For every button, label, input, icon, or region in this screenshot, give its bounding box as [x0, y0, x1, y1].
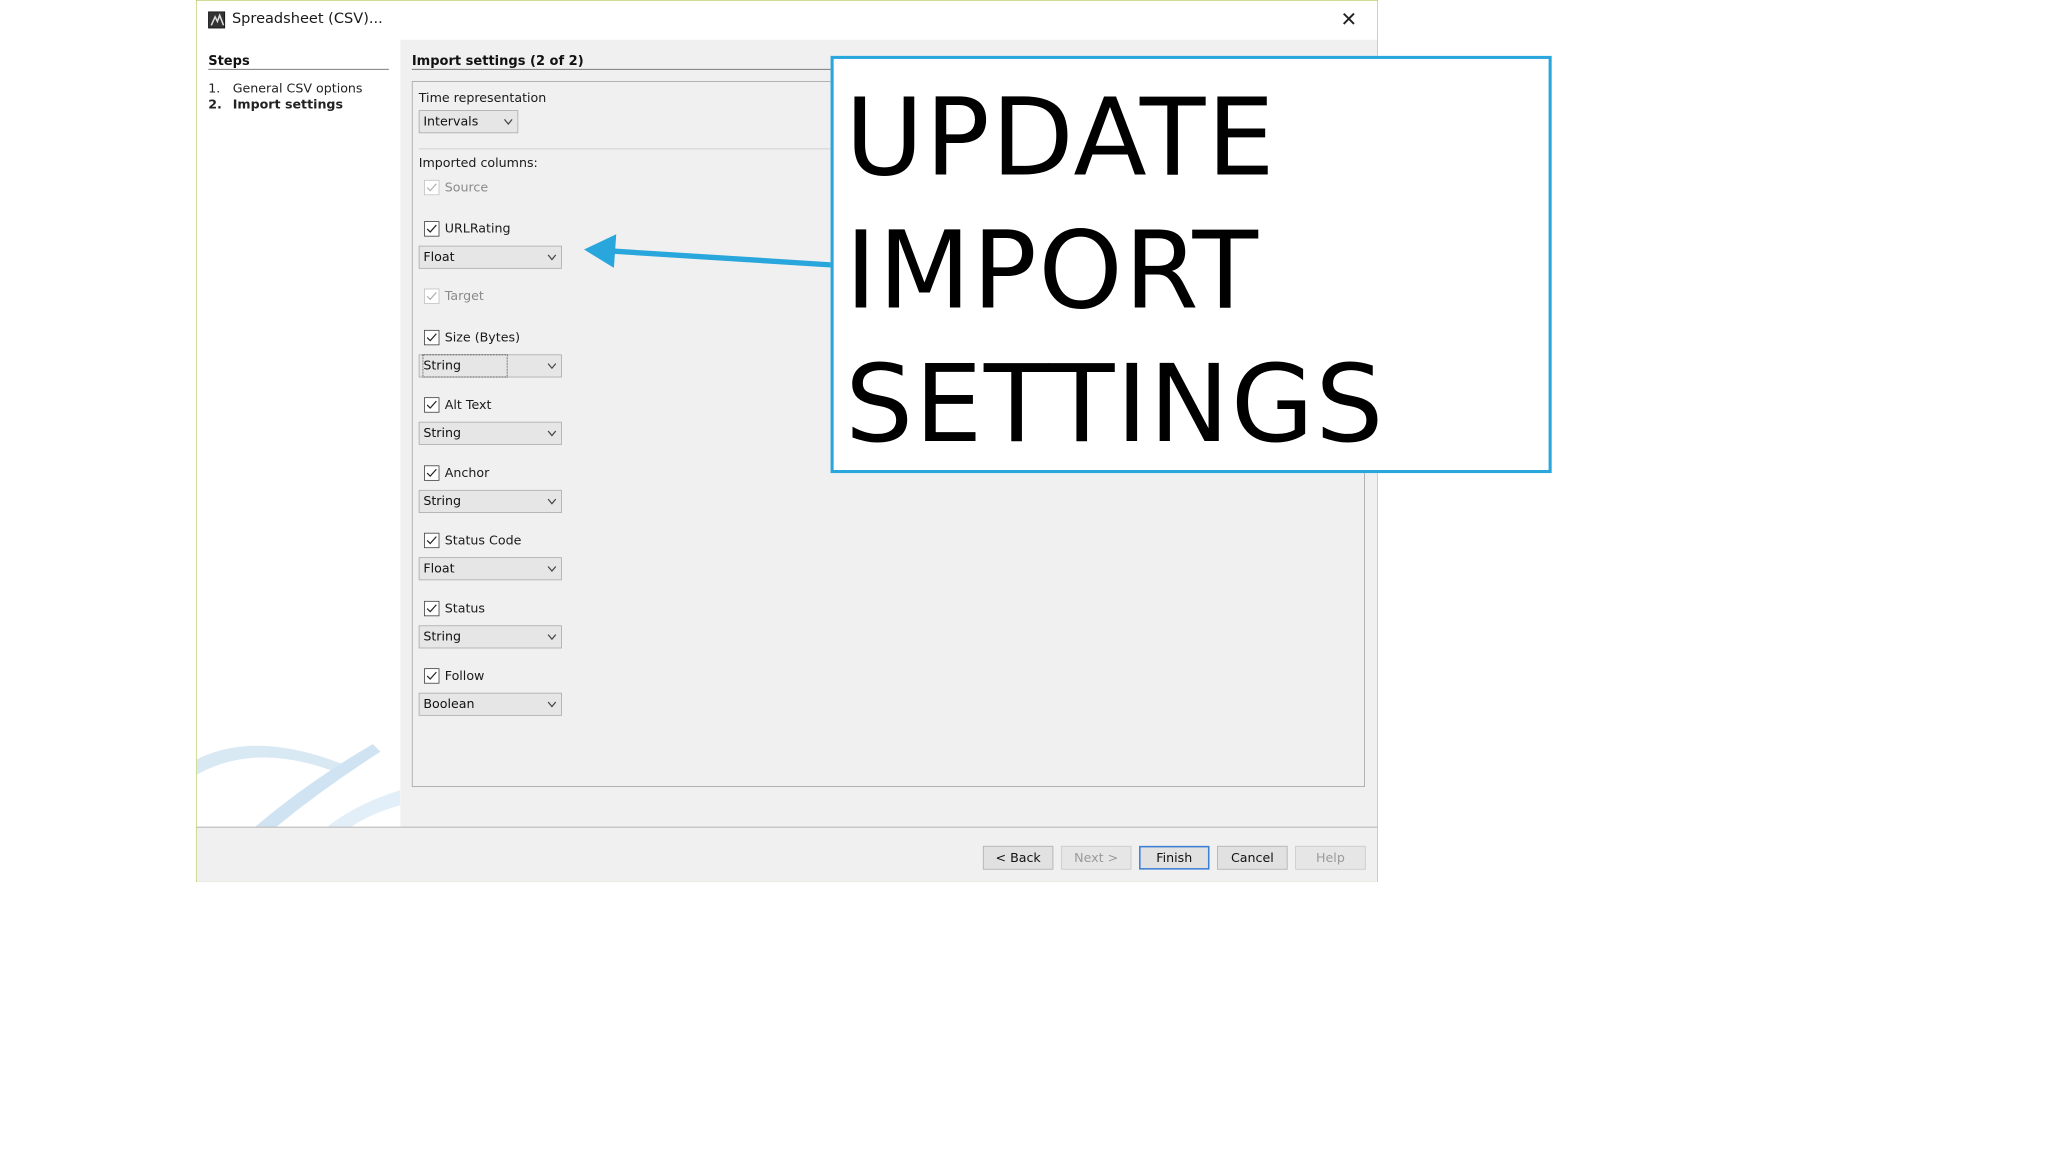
anchor-checkbox[interactable] [424, 465, 440, 481]
chevron-down-icon [547, 634, 557, 641]
checkmark-icon [426, 183, 437, 192]
title-bar: Spreadsheet (CSV)... ✕ [196, 0, 1378, 40]
steps-divider [208, 68, 389, 70]
step-import-settings: 2. Import settings [208, 97, 344, 112]
checkmark-icon [426, 292, 437, 301]
app-icon [208, 11, 226, 29]
target-checkbox[interactable] [424, 288, 440, 304]
finish-button[interactable]: Finish [1139, 845, 1210, 870]
next-button[interactable]: Next > [1060, 845, 1132, 870]
cancel-button[interactable]: Cancel [1217, 845, 1288, 870]
urlrating-type-select[interactable]: Float [418, 245, 562, 269]
urlrating-checkbox[interactable] [424, 221, 440, 237]
window-title: Spreadsheet (CSV)... [231, 9, 383, 27]
checkmark-icon [426, 671, 437, 680]
callout-arrow [584, 234, 831, 268]
chevron-down-icon [547, 430, 557, 437]
back-button[interactable]: < Back [982, 845, 1054, 870]
step-general-csv-options: 1. General CSV options [208, 81, 363, 96]
follow-column-label: Follow [444, 668, 485, 683]
imported-columns-label: Imported columns: [418, 155, 538, 170]
checkmark-icon [426, 468, 437, 478]
size-bytes-column-label: Size (Bytes) [444, 329, 521, 345]
checkmark-icon [426, 224, 437, 233]
chevron-down-icon [547, 498, 557, 505]
checkmark-icon [426, 536, 437, 545]
close-icon[interactable]: ✕ [1337, 8, 1361, 31]
alt-text-type-select[interactable]: String [418, 421, 562, 445]
callout-line-3: SETTINGS [845, 342, 1386, 467]
checkmark-icon [426, 400, 437, 409]
follow-type-select[interactable]: Boolean [418, 692, 562, 716]
time-representation-label: Time representation [418, 90, 547, 105]
callout-box: UPDATE IMPORT SETTINGS [830, 55, 1552, 474]
urlrating-column-label: URLRating [444, 221, 511, 236]
anchor-type-select[interactable]: String [418, 489, 562, 513]
checkmark-icon [426, 333, 437, 342]
callout-line-2: IMPORT [845, 208, 1260, 334]
chevron-down-icon [547, 701, 557, 708]
follow-checkbox[interactable] [424, 668, 440, 684]
target-column-label: Target [444, 288, 484, 304]
chevron-down-icon [547, 254, 557, 261]
chevron-down-icon [503, 119, 513, 125]
checkmark-icon [426, 604, 437, 613]
wizard-watermark-graphic [196, 744, 401, 827]
status-code-column-label: Status Code [444, 532, 522, 548]
alt-text-column-label: Alt Text [444, 397, 492, 412]
alt-text-checkbox[interactable] [424, 397, 440, 413]
chevron-down-icon [547, 363, 557, 370]
callout-line-1: UPDATE [845, 75, 1277, 201]
status-type-select[interactable]: String [418, 625, 562, 649]
status-column-label: Status [444, 600, 486, 616]
chevron-down-icon [547, 566, 557, 573]
source-checkbox[interactable] [424, 179, 440, 196]
footer-bar: < Back Next > Finish Cancel Help [196, 827, 1378, 882]
steps-heading: Steps [208, 53, 250, 69]
steps-pane: Steps 1. General CSV options 2. Import set… [196, 39, 401, 827]
main-heading: Import settings (2 of 2) [411, 53, 584, 69]
status-checkbox[interactable] [424, 600, 440, 617]
help-button[interactable]: Help [1295, 845, 1366, 870]
time-representation-select[interactable]: Intervals [418, 110, 519, 134]
size-bytes-checkbox[interactable] [424, 329, 440, 346]
anchor-column-label: Anchor [444, 465, 490, 480]
status-code-type-select[interactable]: Float [418, 557, 562, 581]
status-code-checkbox[interactable] [424, 532, 440, 549]
source-column-label: Source [444, 179, 489, 195]
size-bytes-type-select[interactable]: String [418, 354, 562, 378]
